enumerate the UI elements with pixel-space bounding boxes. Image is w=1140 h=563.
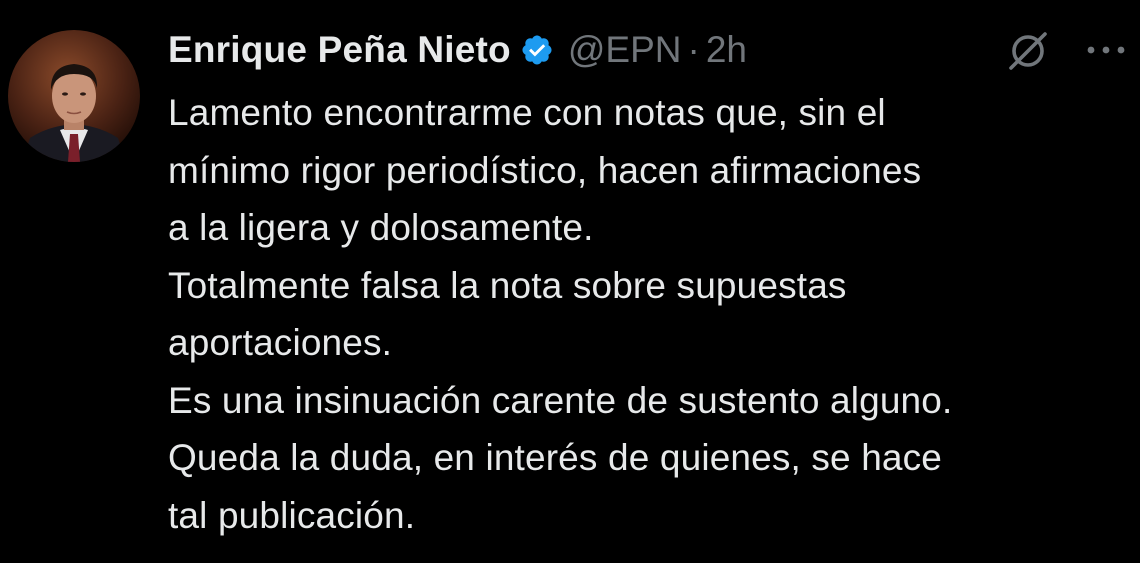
tweet-text-line: tal publicación. [168,494,416,536]
tweet-text-line: aportaciones. [168,322,393,363]
tweet[interactable]: Enrique Peña Nieto @EPN · 2h Lamento enc… [0,0,1140,563]
more-icon[interactable] [1084,40,1128,60]
author-handle[interactable]: @EPN [568,29,682,71]
tweet-text-line: Lamento encontrarme con notas que, sin e… [168,92,886,133]
tweet-timestamp[interactable]: 2h [706,29,747,71]
avatar[interactable] [8,30,140,162]
separator-dot: · [687,29,700,70]
tweet-text-line: a la ligera y dolosamente. [168,207,594,248]
author-display-name[interactable]: Enrique Peña Nieto [168,29,511,71]
tweet-text-line: mínimo rigor periodístico, hacen afirmac… [168,149,922,191]
tweet-text-line: Es una insinuación carente de sustento a… [168,379,953,421]
tweet-text-line: Queda la duda, en interés de quienes, se… [168,437,943,478]
tweet-text: Lamento encontrarme con notas que, sin e… [168,84,1133,544]
tweet-header: Enrique Peña Nieto @EPN · 2h [168,26,747,74]
tweet-text-line: Totalmente falsa la nota sobre supuestas [168,264,847,306]
grok-icon[interactable] [1005,28,1051,74]
verified-badge-icon[interactable] [520,33,554,67]
